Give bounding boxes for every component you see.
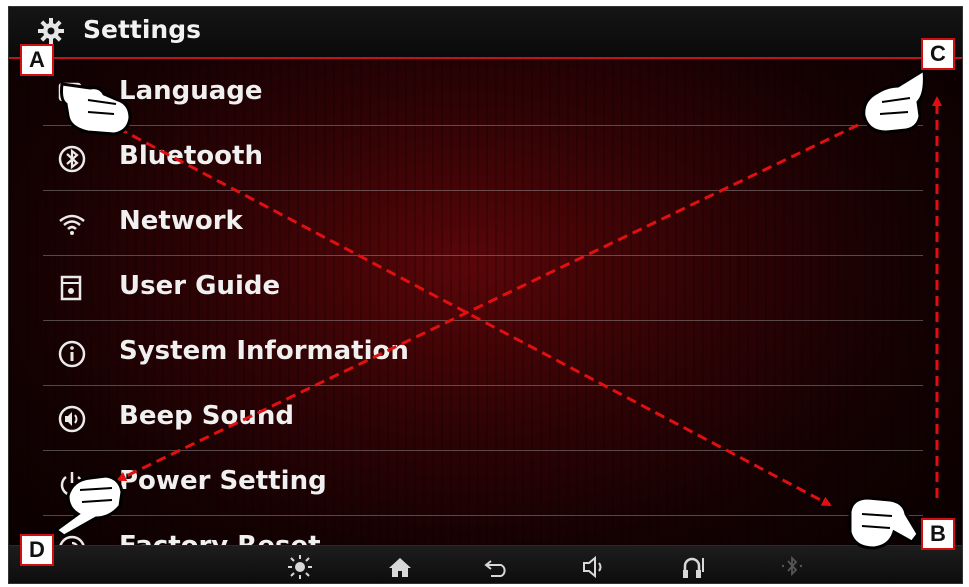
- menu-item-language[interactable]: A Language: [43, 61, 923, 126]
- user-guide-icon: [57, 274, 87, 304]
- menu-item-label: Bluetooth: [119, 141, 263, 171]
- volume-icon[interactable]: [581, 554, 607, 580]
- bluetooth-icon: [57, 144, 87, 174]
- language-icon: A: [57, 79, 87, 109]
- menu-item-system-information[interactable]: System Information: [43, 321, 923, 386]
- menu-item-label: Beep Sound: [119, 401, 294, 431]
- home-icon[interactable]: [387, 554, 413, 580]
- corner-label-b: B: [921, 518, 955, 550]
- menu-item-label: Network: [119, 206, 243, 236]
- svg-text:A: A: [65, 86, 75, 100]
- beep-sound-icon: [57, 404, 87, 434]
- corner-label-d: D: [20, 534, 54, 566]
- page-title: Settings: [83, 15, 202, 44]
- menu-item-label: Language: [119, 76, 263, 106]
- menu-item-beep-sound[interactable]: Beep Sound: [43, 386, 923, 451]
- menu-item-network[interactable]: Network: [43, 191, 923, 256]
- menu-item-label: System Information: [119, 336, 409, 366]
- menu-item-user-guide[interactable]: User Guide: [43, 256, 923, 321]
- gear-icon: [37, 17, 65, 45]
- wifi-icon: [57, 209, 87, 239]
- bottom-bar: [9, 545, 962, 583]
- menu-item-power-setting[interactable]: Power Setting: [43, 451, 923, 516]
- menu-item-bluetooth[interactable]: Bluetooth: [43, 126, 923, 191]
- night-mode-icon[interactable]: [187, 554, 213, 580]
- menu-item-label: Power Setting: [119, 466, 327, 496]
- title-bar: Settings: [9, 7, 962, 59]
- screen: Settings A Language Bluetooth Network Us…: [8, 6, 963, 584]
- power-icon: [57, 469, 87, 499]
- info-icon: [57, 339, 87, 369]
- back-icon[interactable]: [483, 554, 509, 580]
- media-icon[interactable]: [681, 554, 707, 580]
- brightness-icon[interactable]: [287, 554, 313, 580]
- corner-label-c: C: [921, 38, 955, 70]
- corner-label-a: A: [20, 44, 54, 76]
- menu-item-label: User Guide: [119, 271, 281, 301]
- bluetooth-dim-icon[interactable]: [779, 554, 805, 580]
